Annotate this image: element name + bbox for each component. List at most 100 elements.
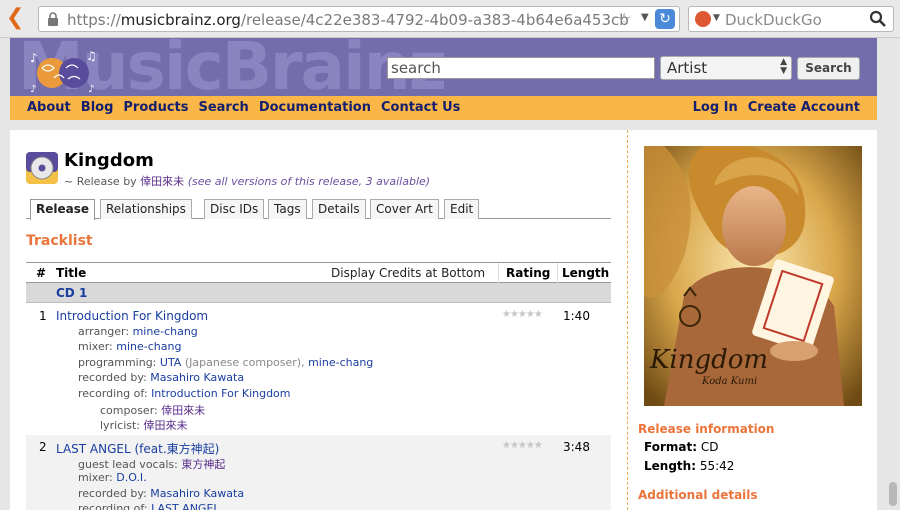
lock-icon xyxy=(48,12,58,26)
credit-role: mixer: xyxy=(78,471,113,484)
sidebar: Kingdom Koda Kumi Release information Fo… xyxy=(627,130,877,510)
credit-line: mixer: D.O.I. xyxy=(78,471,147,484)
credit-role: composer: xyxy=(100,404,158,417)
credit-role: recording of: xyxy=(78,502,148,510)
cover-title-text: Kingdom xyxy=(649,345,768,375)
credit-artist-link[interactable]: mine-chang xyxy=(133,325,198,338)
medium-label[interactable]: CD 1 xyxy=(56,286,87,300)
tab-details[interactable]: Details xyxy=(312,199,366,219)
credit-artist-link[interactable]: 倖田來未 xyxy=(144,419,188,432)
table-header: # Title Display Credits at Bottom Rating… xyxy=(26,262,611,283)
tab-release[interactable]: Release xyxy=(30,199,96,220)
duckduckgo-icon xyxy=(695,11,711,27)
col-length: Length xyxy=(562,266,610,280)
page: MusicBrainz ♪ ♫ ♪ ♪ search Artist ▲ ▼ Sea… xyxy=(0,38,900,510)
nav-about[interactable]: About xyxy=(27,100,71,115)
rating-stars[interactable]: ★★★★★ xyxy=(502,309,543,320)
format-label: Format: xyxy=(644,440,698,454)
credit-artist-link[interactable]: Masahiro Kawata xyxy=(150,487,244,500)
tab-tags[interactable]: Tags xyxy=(268,199,307,219)
table-row: 1 Introduction For Kingdom ★★★★★ 1:40 ar… xyxy=(26,304,611,435)
artist-link[interactable]: 倖田來未 xyxy=(140,175,184,188)
column-divider xyxy=(557,263,558,283)
cover-art-image[interactable]: Kingdom Koda Kumi xyxy=(644,146,862,406)
credit-artist-link[interactable]: mine-chang xyxy=(116,340,181,353)
credit-line: recording of: LAST ANGEL xyxy=(78,502,220,510)
release-subtitle: ~ Release by 倖田來未 (see all versions of t… xyxy=(64,173,430,189)
credit-disambiguation: (Japanese composer), xyxy=(184,356,305,369)
svg-text:♪: ♪ xyxy=(88,84,94,94)
track-title-link[interactable]: LAST ANGEL (feat.東方神起) xyxy=(56,440,219,457)
chevron-down-icon[interactable]: ▼ xyxy=(641,12,649,23)
site-search-input[interactable]: search xyxy=(387,57,655,79)
length-value: 55:42 xyxy=(699,459,735,473)
browser-search-bar[interactable]: ▼ DuckDuckGo xyxy=(688,6,894,32)
url-text: https://musicbrainz.org/release/4c22e383… xyxy=(67,11,629,29)
credit-artist-link[interactable]: Masahiro Kawata xyxy=(150,371,244,384)
search-type-select[interactable]: Artist ▲ ▼ xyxy=(660,56,792,80)
cover-art-graphic: Kingdom Koda Kumi xyxy=(644,146,862,406)
versions-link[interactable]: (see all versions of this release, 3 ava… xyxy=(188,175,430,188)
svg-text:♫: ♫ xyxy=(86,49,97,63)
release-by-label: ~ Release by xyxy=(64,175,137,188)
back-arrow-icon[interactable]: ❮ xyxy=(6,7,26,30)
nav-blog[interactable]: Blog xyxy=(81,100,114,115)
reload-icon[interactable]: ↻ xyxy=(655,9,675,29)
credit-line: mixer: mine-chang xyxy=(78,340,181,353)
track-number: 2 xyxy=(39,440,47,454)
tracklist-heading: Tracklist xyxy=(26,233,93,249)
track-length: 3:48 xyxy=(563,440,590,454)
col-title: Title xyxy=(56,266,87,280)
format-row: Format: CD xyxy=(644,440,718,454)
credit-role: arranger: xyxy=(78,325,130,338)
credit-artist-link[interactable]: 東方神起 xyxy=(181,458,225,471)
nav-search[interactable]: Search xyxy=(198,100,248,115)
display-credits-toggle[interactable]: Display Credits at Bottom xyxy=(331,266,485,280)
nav-log-in[interactable]: Log In xyxy=(693,100,738,115)
address-bar[interactable]: https://musicbrainz.org/release/4c22e383… xyxy=(38,6,680,32)
credit-role: recording of: xyxy=(78,387,148,400)
col-rating: Rating xyxy=(506,266,551,280)
credit-work-link[interactable]: LAST ANGEL xyxy=(151,502,219,510)
rating-stars[interactable]: ★★★★★ xyxy=(502,440,543,451)
credit-line: programming: UTA (Japanese composer), mi… xyxy=(78,356,373,369)
release-title: Kingdom xyxy=(64,150,154,171)
search-type-value: Artist xyxy=(667,59,708,77)
credit-artist-link[interactable]: 倖田來未 xyxy=(161,404,205,417)
nav-documentation[interactable]: Documentation xyxy=(259,100,371,115)
length-row: Length: 55:42 xyxy=(644,459,734,473)
cd-release-icon xyxy=(26,152,58,184)
credit-role: mixer: xyxy=(78,340,113,353)
nav-products[interactable]: Products xyxy=(123,100,188,115)
tab-disc-ids[interactable]: Disc IDs xyxy=(204,199,265,219)
tab-cover-art[interactable]: Cover Art xyxy=(370,199,439,219)
format-value: CD xyxy=(700,440,719,454)
nav-create-account[interactable]: Create Account xyxy=(748,100,860,115)
credit-line: recorded by: Masahiro Kawata xyxy=(78,487,244,500)
credit-line: lyricist: 倖田來未 xyxy=(100,417,188,433)
svg-text:♪: ♪ xyxy=(30,84,36,94)
brain-logo-icon[interactable]: ♪ ♫ ♪ ♪ xyxy=(28,48,98,94)
credit-line: composer: 倖田來未 xyxy=(100,402,205,418)
nav-contact-us[interactable]: Contact Us xyxy=(381,100,460,115)
search-icon[interactable] xyxy=(869,10,887,28)
credit-line: recorded by: Masahiro Kawata xyxy=(78,371,244,384)
credit-role: guest lead vocals: xyxy=(78,458,178,471)
credit-line: recording of: Introduction For Kingdom xyxy=(78,387,291,400)
tab-relationships[interactable]: Relationships xyxy=(100,199,192,219)
credit-artist-link[interactable]: mine-chang xyxy=(308,356,373,369)
credit-line: arranger: mine-chang xyxy=(78,325,198,338)
bookmark-star-icon[interactable]: ☆ xyxy=(617,9,631,28)
track-number: 1 xyxy=(39,309,47,323)
page-scrollbar[interactable] xyxy=(889,482,897,506)
svg-text:♪: ♪ xyxy=(30,51,38,65)
site-search-button[interactable]: Search xyxy=(797,57,860,80)
track-length: 1:40 xyxy=(563,309,590,323)
track-title-link[interactable]: Introduction For Kingdom xyxy=(56,309,208,323)
tab-edit[interactable]: Edit xyxy=(444,199,480,219)
release-information-heading: Release information xyxy=(638,422,775,436)
credit-work-link[interactable]: Introduction For Kingdom xyxy=(151,387,290,400)
credit-artist-link[interactable]: D.O.I. xyxy=(116,471,146,484)
chevron-down-icon[interactable]: ▼ xyxy=(713,13,720,23)
credit-artist-link[interactable]: UTA xyxy=(160,356,181,369)
